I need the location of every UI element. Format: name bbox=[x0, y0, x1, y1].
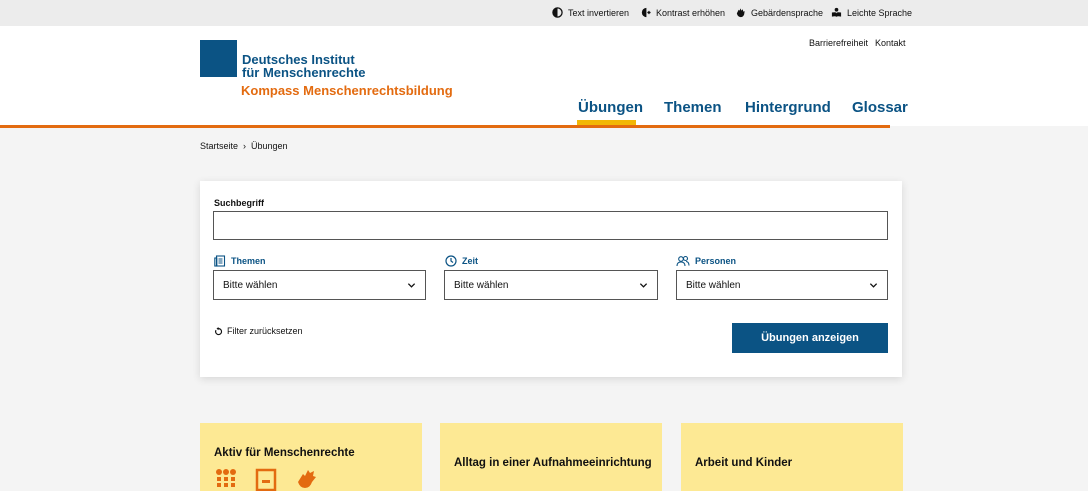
chevron-down-icon bbox=[639, 282, 648, 288]
nav-item-hintergrund[interactable]: Hintergrund bbox=[745, 99, 831, 116]
site-header: Deutsches Institut für Menschenrechte Ko… bbox=[0, 26, 1088, 126]
filter-label-themen-text: Themen bbox=[231, 256, 266, 266]
zeit-select[interactable]: Bitte wählen bbox=[444, 270, 658, 300]
header-divider bbox=[0, 125, 890, 128]
invert-text-link[interactable]: Text invertieren bbox=[552, 7, 629, 18]
topics-icon bbox=[214, 255, 226, 267]
filter-label-zeit-text: Zeit bbox=[462, 256, 479, 266]
filter-label-personen: Personen bbox=[676, 255, 736, 267]
accessibility-statement-link[interactable]: Barrierefreiheit bbox=[809, 38, 868, 48]
easy-language-label: Leichte Sprache bbox=[847, 7, 913, 18]
zeit-select-value: Bitte wählen bbox=[454, 279, 509, 291]
sign-language-icon bbox=[736, 8, 745, 18]
accessibility-bar: Text invertieren Kontrast erhöhen Gebärd… bbox=[0, 0, 1088, 26]
personen-select[interactable]: Bitte wählen bbox=[676, 270, 888, 300]
card-aktiv-fuer-menschenrechte[interactable]: Aktiv für Menschenrechte bbox=[200, 423, 422, 491]
filter-label-themen: Themen bbox=[214, 255, 266, 267]
logo-line-2[interactable]: für Menschenrechte bbox=[242, 66, 366, 79]
contact-link[interactable]: Kontakt bbox=[875, 38, 906, 48]
breadcrumb-current: Übungen bbox=[251, 141, 288, 151]
personen-select-value: Bitte wählen bbox=[686, 279, 741, 291]
nav-item-uebungen[interactable]: Übungen bbox=[578, 99, 643, 116]
themen-select[interactable]: Bitte wählen bbox=[213, 270, 426, 300]
card-title: Arbeit und Kinder bbox=[695, 457, 793, 469]
filter-label-zeit: Zeit bbox=[445, 255, 478, 267]
filter-label-personen-text: Personen bbox=[695, 256, 737, 266]
nav-item-themen[interactable]: Themen bbox=[664, 99, 722, 116]
raised-hand-icon bbox=[298, 470, 316, 488]
increase-contrast-link[interactable]: Kontrast erhöhen bbox=[640, 7, 725, 18]
reset-filters-label: Filter zurücksetzen bbox=[227, 326, 303, 336]
card-alltag-in-einer-aufnahmeeinrichtung[interactable]: Alltag in einer Aufnahmeeinrichtung bbox=[440, 423, 662, 491]
search-label: Suchbegriff bbox=[214, 198, 265, 208]
invert-contrast-icon bbox=[552, 7, 563, 18]
people-icon bbox=[676, 255, 690, 267]
increase-contrast-label: Kontrast erhöhen bbox=[656, 7, 726, 18]
contrast-increase-icon bbox=[641, 7, 651, 18]
themen-select-value: Bitte wählen bbox=[223, 279, 278, 291]
chevron-right-icon: › bbox=[243, 141, 247, 151]
ballot-box-icon bbox=[255, 468, 277, 491]
sign-language-label: Gebärdensprache bbox=[751, 7, 824, 18]
nav-item-glossar[interactable]: Glossar bbox=[852, 99, 908, 116]
group-icon bbox=[216, 469, 236, 487]
card-title: Alltag in einer Aufnahmeeinrichtung bbox=[454, 457, 652, 469]
easy-language-icon bbox=[831, 7, 842, 18]
show-exercises-button[interactable]: Übungen anzeigen bbox=[732, 323, 888, 353]
chevron-down-icon bbox=[869, 282, 878, 288]
card-icons bbox=[214, 468, 318, 491]
logo-mark[interactable] bbox=[200, 40, 237, 77]
search-input[interactable] bbox=[213, 211, 888, 240]
chevron-down-icon bbox=[407, 282, 416, 288]
search-panel: Suchbegriff Themen Bitte wählen Zeit Bit… bbox=[200, 181, 902, 377]
card-arbeit-und-kinder[interactable]: Arbeit und Kinder bbox=[681, 423, 903, 491]
invert-text-label: Text invertieren bbox=[568, 7, 630, 18]
reset-icon bbox=[215, 326, 223, 335]
card-title: Aktiv für Menschenrechte bbox=[214, 447, 355, 459]
reset-filters-link[interactable]: Filter zurücksetzen bbox=[214, 326, 303, 336]
sign-language-link[interactable]: Gebärdensprache bbox=[735, 7, 823, 18]
clock-icon bbox=[445, 255, 457, 267]
easy-language-link[interactable]: Leichte Sprache bbox=[831, 7, 912, 18]
breadcrumb-home[interactable]: Startseite bbox=[200, 141, 238, 151]
breadcrumb: Startseite › Übungen bbox=[200, 141, 288, 151]
site-subtitle[interactable]: Kompass Menschenrechtsbildung bbox=[241, 83, 453, 98]
